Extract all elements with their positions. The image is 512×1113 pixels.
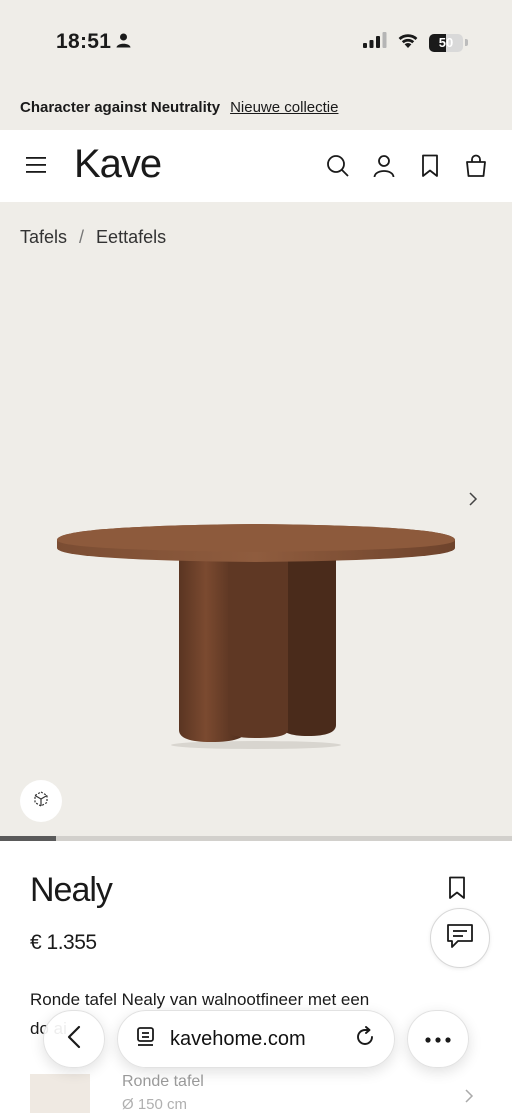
logo[interactable]: Kave bbox=[74, 142, 162, 187]
product-name: Nealy bbox=[30, 871, 113, 909]
view-3d-button[interactable] bbox=[20, 780, 62, 822]
site-header: Kave bbox=[0, 130, 512, 202]
signal-icon bbox=[363, 32, 387, 53]
more-button[interactable] bbox=[407, 1010, 469, 1068]
url-text[interactable]: kavehome.com bbox=[170, 1028, 340, 1051]
chevron-right-icon[interactable] bbox=[468, 491, 478, 512]
browser-toolbar: kavehome.com bbox=[0, 1000, 512, 1080]
promo-text: Character against Neutrality bbox=[20, 98, 221, 116]
variant-size: Ø 150 cm bbox=[122, 1096, 188, 1113]
wifi-icon bbox=[396, 31, 420, 54]
status-time: 18:51 bbox=[56, 30, 112, 53]
product-gallery[interactable]: Tafels / Eettafels bbox=[0, 202, 512, 838]
battery-cap bbox=[465, 39, 468, 46]
header-icons bbox=[324, 152, 490, 180]
status-icons: 50 bbox=[363, 31, 468, 54]
chevron-right-icon bbox=[464, 1088, 474, 1109]
reload-icon[interactable] bbox=[354, 1025, 376, 1053]
product-image bbox=[57, 524, 455, 749]
back-button[interactable] bbox=[43, 1010, 105, 1068]
person-icon bbox=[116, 33, 131, 53]
promo-link[interactable]: Nieuwe collectie bbox=[230, 99, 338, 116]
menu-icon[interactable] bbox=[26, 157, 46, 178]
account-icon[interactable] bbox=[370, 152, 398, 180]
bag-icon[interactable] bbox=[462, 152, 490, 180]
chat-icon bbox=[446, 923, 474, 954]
address-bar[interactable]: kavehome.com bbox=[117, 1010, 395, 1068]
breadcrumb-item-eettafels[interactable]: Eettafels bbox=[96, 227, 166, 248]
product-price: € 1.355 bbox=[30, 931, 97, 954]
search-icon[interactable] bbox=[324, 152, 352, 180]
status-bar: 18:51 50 bbox=[0, 0, 512, 84]
tabs-icon[interactable] bbox=[136, 1026, 156, 1053]
breadcrumb-item-tafels[interactable]: Tafels bbox=[20, 227, 67, 248]
breadcrumb: Tafels / Eettafels bbox=[20, 227, 166, 248]
battery-icon: 50 bbox=[429, 33, 463, 52]
promo-banner: Character against Neutrality Nieuwe coll… bbox=[0, 84, 512, 130]
view-3d-icon bbox=[32, 790, 50, 813]
more-icon bbox=[425, 1030, 451, 1048]
wishlist-icon[interactable] bbox=[448, 876, 466, 905]
back-icon bbox=[67, 1025, 81, 1054]
battery-text: 50 bbox=[438, 35, 454, 50]
bookmark-icon[interactable] bbox=[416, 152, 444, 180]
chat-button[interactable] bbox=[430, 908, 490, 968]
breadcrumb-separator: / bbox=[79, 227, 85, 247]
